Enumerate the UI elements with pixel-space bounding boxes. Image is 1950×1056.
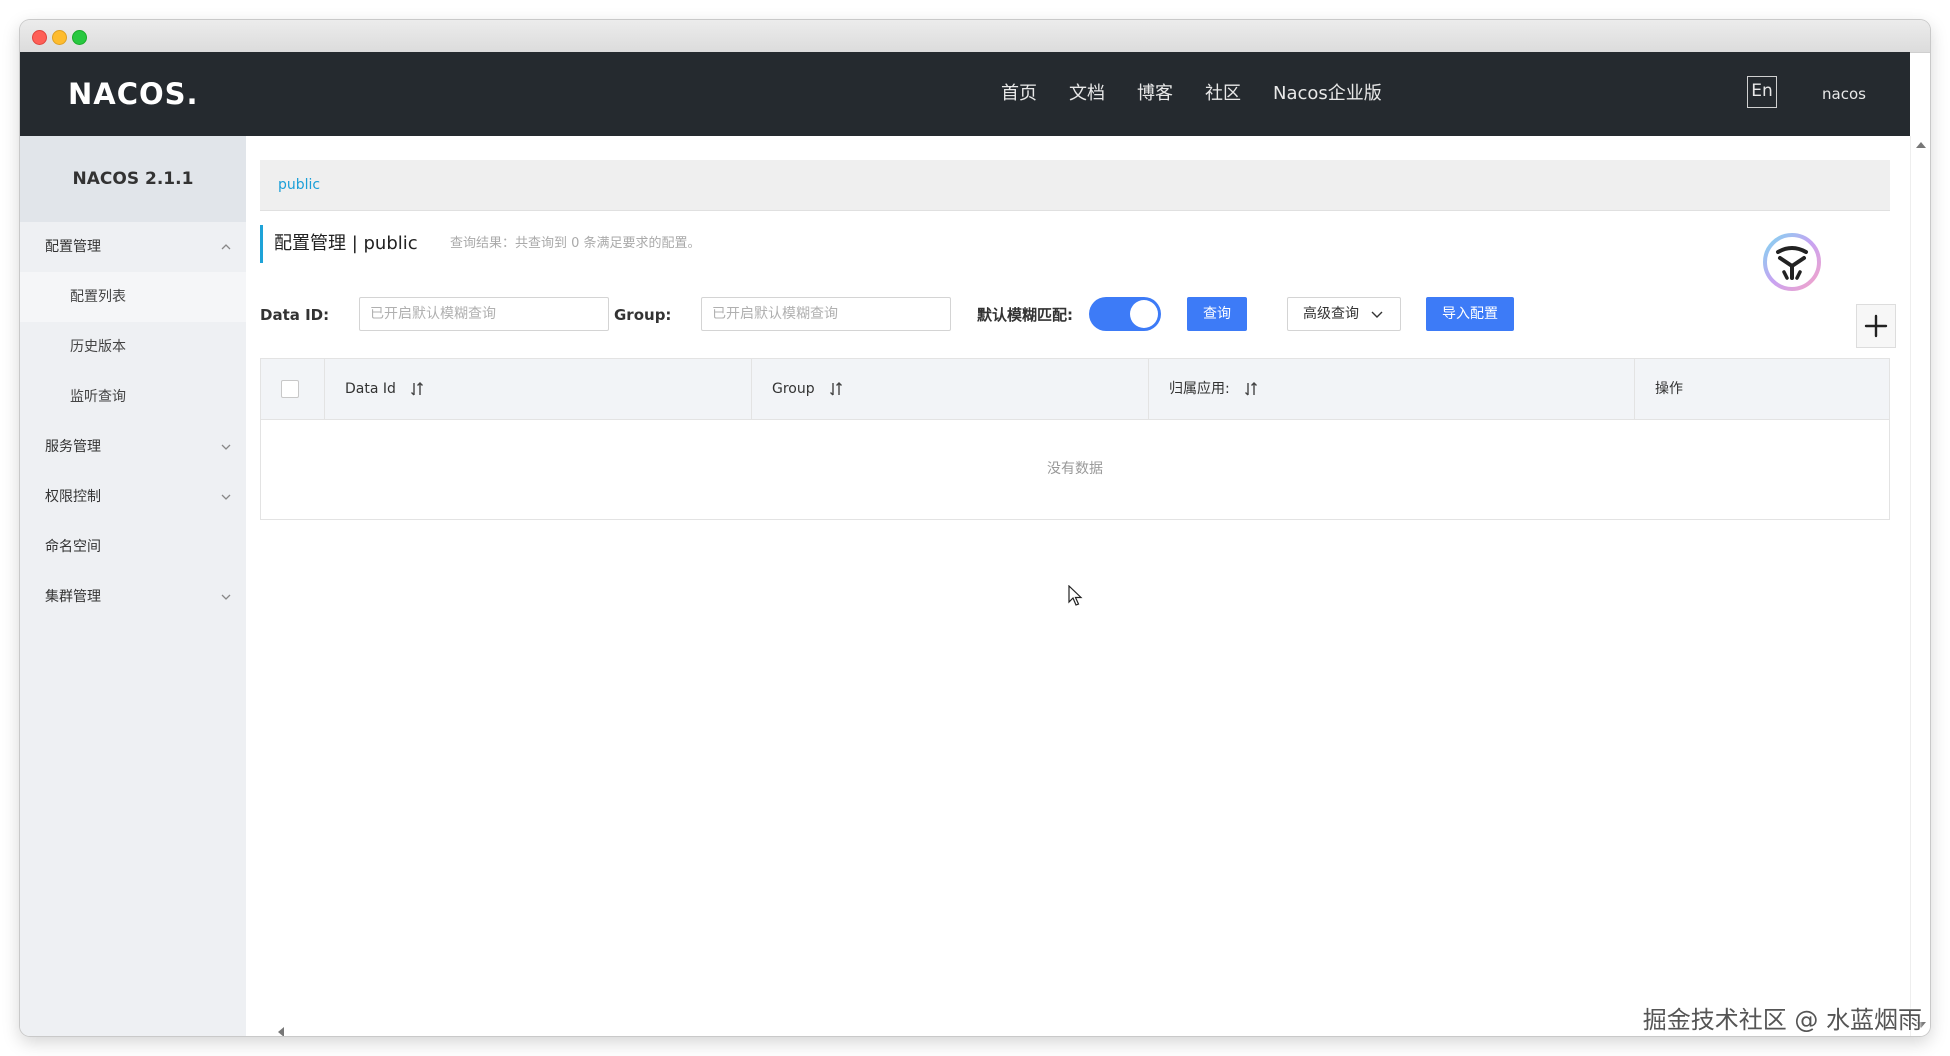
- scroll-up-arrow-icon[interactable]: [1915, 140, 1927, 150]
- sidebar-item-label: 服务管理: [45, 439, 101, 455]
- sidebar-item-namespace[interactable]: 命名空间: [20, 522, 246, 572]
- scroll-left-arrow-icon[interactable]: [276, 1026, 286, 1036]
- chevron-down-icon: [221, 444, 231, 450]
- data-id-label: Data ID:: [260, 306, 330, 324]
- advanced-query-label: 高级查询: [1303, 306, 1359, 322]
- column-label: 操作: [1655, 381, 1683, 397]
- sidebar-item-listener-query[interactable]: 监听查询: [20, 372, 246, 422]
- fuzzy-match-label: 默认模糊匹配:: [977, 306, 1073, 324]
- chevron-down-icon: [1371, 311, 1383, 318]
- nav-blog[interactable]: 博客: [1137, 52, 1173, 136]
- namespace-tab-public[interactable]: public: [278, 160, 320, 210]
- nav-docs[interactable]: 文档: [1069, 52, 1105, 136]
- top-navigation: NACOS. 首页 文档 博客 社区 Nacos企业版 En nacos: [20, 52, 1910, 136]
- namespace-bar: public: [260, 160, 1890, 211]
- group-label: Group:: [614, 306, 672, 324]
- title-accent-bar: [260, 225, 263, 263]
- close-window-button[interactable]: [32, 30, 47, 45]
- window-titlebar: [20, 20, 1930, 53]
- chevron-down-icon: [221, 494, 231, 500]
- advanced-query-dropdown[interactable]: 高级查询: [1287, 297, 1401, 331]
- sidebar-item-config-management[interactable]: 配置管理: [20, 222, 246, 272]
- config-table: Data Id Group 归属应用: 操作 没有数据: [260, 358, 1890, 520]
- column-label: Data Id: [345, 381, 396, 397]
- language-switch-button[interactable]: En: [1747, 76, 1777, 108]
- empty-state: 没有数据: [1047, 461, 1103, 477]
- mouse-cursor-icon: [1068, 585, 1083, 606]
- sidebar-item-history[interactable]: 历史版本: [20, 322, 246, 372]
- toggle-knob: [1130, 300, 1158, 328]
- nav-community[interactable]: 社区: [1205, 52, 1241, 136]
- plus-icon: [1864, 314, 1888, 338]
- import-config-button[interactable]: 导入配置: [1426, 297, 1514, 331]
- assistant-logo-icon[interactable]: [1762, 232, 1822, 292]
- sidebar-item-cluster-management[interactable]: 集群管理: [20, 572, 246, 622]
- column-actions: 操作: [1634, 359, 1889, 419]
- column-label: 归属应用:: [1169, 381, 1230, 397]
- sidebar-item-config-list[interactable]: 配置列表: [20, 272, 246, 322]
- sidebar-item-label: 历史版本: [70, 339, 126, 355]
- sidebar-item-label: 监听查询: [70, 389, 126, 405]
- page-title: 配置管理 | public: [274, 233, 418, 254]
- column-data-id[interactable]: Data Id: [324, 359, 751, 419]
- table-header: Data Id Group 归属应用: 操作: [261, 359, 1889, 420]
- sidebar: NACOS 2.1.1 配置管理 配置列表 历史版本 监听查询 服务管理 权限控…: [20, 136, 246, 1036]
- sidebar-item-label: 配置管理: [45, 239, 101, 255]
- sidebar-item-label: 命名空间: [45, 539, 101, 555]
- sort-icon[interactable]: [1244, 381, 1258, 397]
- watermark: 掘金技术社区 @ 水蓝烟雨: [1642, 1006, 1922, 1034]
- version-label: NACOS 2.1.1: [20, 136, 246, 222]
- select-all-checkbox[interactable]: [281, 380, 299, 398]
- select-all-cell: [261, 359, 324, 419]
- column-label: Group: [772, 381, 815, 397]
- column-group[interactable]: Group: [751, 359, 1148, 419]
- user-menu[interactable]: nacos: [1822, 52, 1866, 136]
- nav-enterprise[interactable]: Nacos企业版: [1273, 52, 1382, 136]
- sidebar-item-service-management[interactable]: 服务管理: [20, 422, 246, 472]
- fuzzy-match-toggle[interactable]: [1089, 297, 1161, 331]
- sort-icon[interactable]: [829, 381, 843, 397]
- sidebar-item-label: 权限控制: [45, 489, 101, 505]
- query-result-hint: 查询结果：共查询到 0 条满足要求的配置。: [450, 236, 701, 251]
- vertical-scrollbar[interactable]: [1910, 136, 1930, 1036]
- sidebar-item-label: 集群管理: [45, 589, 101, 605]
- sort-icon[interactable]: [410, 381, 424, 397]
- browser-window: NACOS. 首页 文档 博客 社区 Nacos企业版 En nacos NAC…: [20, 20, 1930, 1036]
- nacos-logo[interactable]: NACOS.: [68, 76, 199, 112]
- column-application[interactable]: 归属应用:: [1148, 359, 1634, 419]
- sidebar-item-access-control[interactable]: 权限控制: [20, 472, 246, 522]
- minimize-window-button[interactable]: [52, 30, 67, 45]
- sidebar-item-label: 配置列表: [70, 289, 126, 305]
- chevron-down-icon: [221, 594, 231, 600]
- data-id-input[interactable]: [359, 297, 609, 331]
- main-content: public 配置管理 | public 查询结果：共查询到 0 条满足要求的配…: [246, 136, 1910, 1036]
- maximize-window-button[interactable]: [72, 30, 87, 45]
- create-config-button[interactable]: [1856, 304, 1896, 348]
- nav-home[interactable]: 首页: [1001, 52, 1037, 136]
- group-input[interactable]: [701, 297, 951, 331]
- chevron-up-icon: [221, 244, 231, 250]
- query-button[interactable]: 查询: [1187, 297, 1247, 331]
